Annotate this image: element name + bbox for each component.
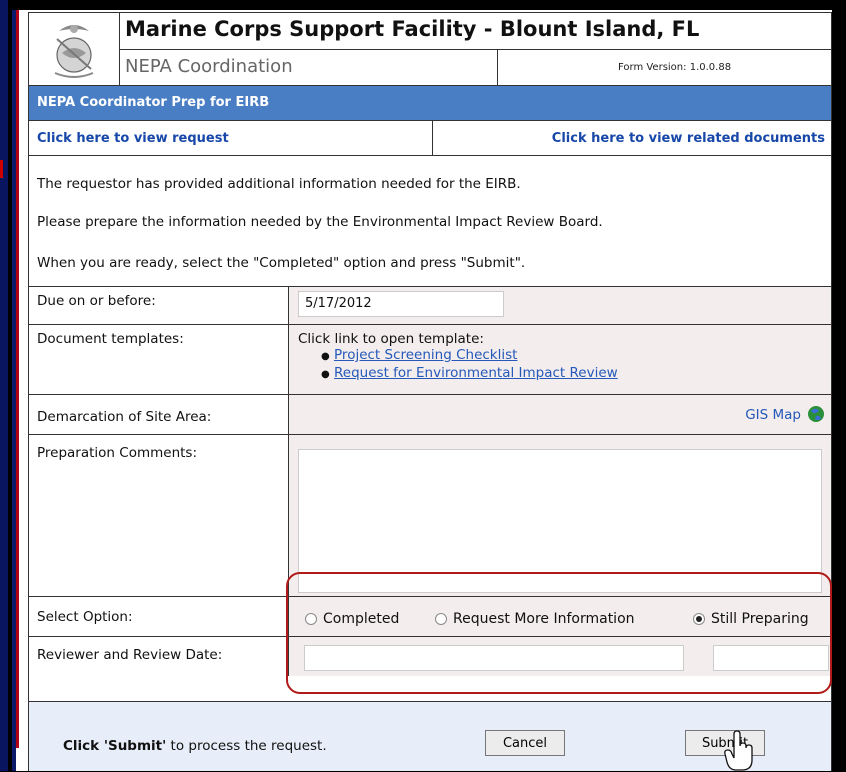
due-date-field[interactable]: 5/17/2012: [298, 291, 504, 317]
demarcation-row: Demarcation of Site Area: GIS Map: [29, 394, 831, 434]
logo-cell: [29, 13, 120, 85]
due-date-value-cell: 5/17/2012: [289, 287, 831, 324]
form-version-label: Form Version:: [618, 62, 687, 73]
form-header: Marine Corps Support Facility - Blount I…: [28, 12, 832, 86]
form-version-value: 1.0.0.88: [689, 62, 732, 73]
section-title: NEPA Coordinator Prep for EIRB: [28, 86, 832, 120]
instruction-line: When you are ready, select the "Complete…: [37, 255, 526, 271]
hand-cursor-icon: [724, 730, 753, 771]
project-screening-checklist-link[interactable]: Project Screening Checklist: [334, 347, 517, 363]
templates-value-cell: Click link to open template: ● Project S…: [289, 325, 831, 394]
form-version: Form Version: 1.0.0.88: [618, 62, 731, 73]
due-date-label: Due on or before:: [29, 287, 289, 324]
templates-row: Document templates: Click link to open t…: [29, 324, 831, 394]
form-footer: Click 'Submit' to process the request. C…: [28, 702, 832, 771]
comments-label: Preparation Comments:: [29, 435, 289, 596]
submit-instructions-rest: to process the request.: [166, 738, 327, 754]
cancel-button[interactable]: Cancel: [485, 730, 565, 756]
template-item: ● Project Screening Checklist: [321, 347, 518, 363]
instruction-line: Please prepare the information needed by…: [37, 214, 603, 230]
submit-instructions-bold: Click 'Submit': [63, 738, 167, 754]
form-version-cell: Form Version: 1.0.0.88: [497, 50, 833, 86]
templates-intro: Click link to open template:: [298, 331, 484, 347]
links-divider: [432, 121, 433, 155]
request-environmental-impact-review-link[interactable]: Request for Environmental Impact Review: [334, 365, 618, 381]
due-date-row: Due on or before: 5/17/2012: [29, 286, 831, 324]
submit-instructions: Click 'Submit' to process the request.: [63, 738, 327, 754]
templates-label: Document templates:: [29, 325, 289, 394]
reviewer-label: Reviewer and Review Date:: [29, 637, 289, 676]
links-row: Click here to view request Click here to…: [28, 120, 832, 156]
view-related-documents-link[interactable]: Click here to view related documents: [552, 131, 825, 146]
usmc-emblem-icon: [54, 25, 94, 78]
instructions-block: The requestor has provided additional in…: [28, 156, 832, 286]
select-option-label: Select Option:: [29, 597, 289, 636]
globe-icon[interactable]: [807, 405, 825, 423]
view-request-link[interactable]: Click here to view request: [37, 131, 229, 146]
template-item: ● Request for Environmental Impact Revie…: [321, 365, 618, 381]
annotation-highlight: [286, 572, 832, 694]
demarcation-value-cell: GIS Map: [289, 395, 831, 434]
instruction-line: The requestor has provided additional in…: [37, 176, 521, 192]
left-edge-bar: [0, 0, 8, 771]
frame-accent-stripe: [16, 10, 19, 748]
page-subtitle: NEPA Coordination: [125, 56, 293, 77]
demarcation-label: Demarcation of Site Area:: [29, 395, 289, 434]
gis-map-link[interactable]: GIS Map: [745, 407, 801, 423]
left-edge-marker: [0, 160, 3, 178]
page-title: Marine Corps Support Facility - Blount I…: [125, 17, 700, 41]
subheader-row: NEPA Coordination Form Version: 1.0.0.88: [119, 49, 832, 86]
